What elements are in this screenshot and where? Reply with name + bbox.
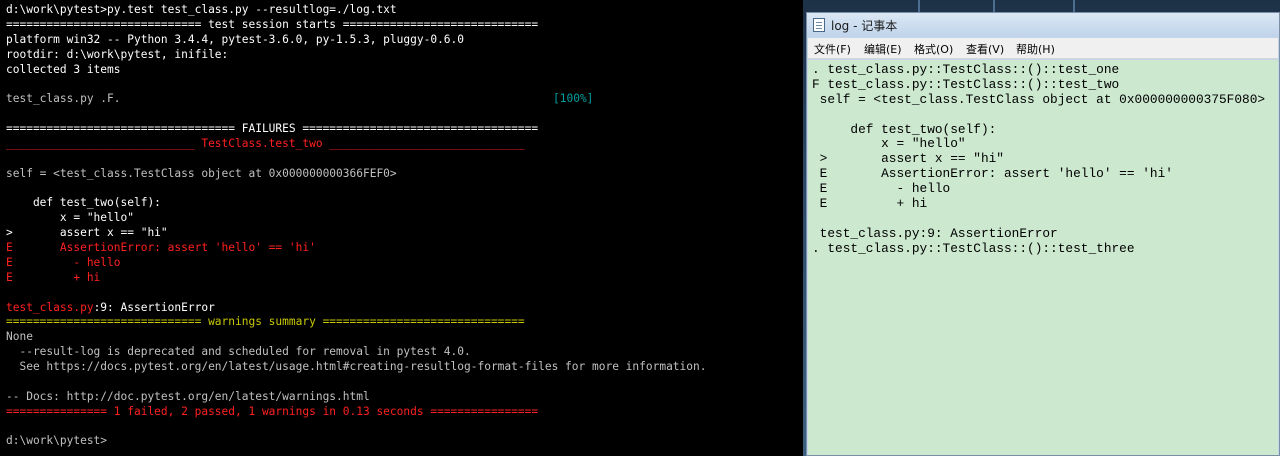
console-line-text: ____________________________ TestClass.t…: [6, 136, 525, 150]
console-line-text: See https://docs.pytest.org/en/latest/us…: [6, 360, 707, 373]
menu-format[interactable]: 格式(O): [914, 41, 953, 57]
console-line: ============================= test sessi…: [6, 18, 801, 33]
console-line-text: ============================= warnings s…: [6, 315, 525, 329]
console-line-text: collected 3 items: [6, 62, 121, 76]
notepad-line: E AssertionError: assert 'hello' == 'hi': [812, 166, 1173, 182]
console-line-text: ============================= test sessi…: [6, 17, 539, 31]
console-line: ================================== FAILU…: [6, 122, 801, 137]
console-line-text: ================================== FAILU…: [6, 122, 539, 135]
notepad-menubar: 文件(F) 编辑(E) 格式(O) 查看(V) 帮助(H): [808, 38, 1278, 59]
notepad-line: E - hello: [812, 181, 951, 196]
console-line-text: > assert x == "hi": [6, 226, 168, 240]
notepad-text-area[interactable]: . test_class.py::TestClass::()::test_one…: [808, 60, 1278, 455]
notepad-line: self = <test_class.TestClass object at 0…: [812, 91, 1266, 107]
notepad-text: . test_class.py::TestClass::()::test_one…: [812, 62, 1266, 256]
console-line: ____________________________ TestClass.t…: [6, 137, 801, 152]
console-line: --result-log is deprecated and scheduled…: [6, 345, 801, 360]
notepad-window[interactable]: log - 记事本 文件(F) 编辑(E) 格式(O) 查看(V) 帮助(H) …: [806, 12, 1280, 456]
console-line: test_class.py .F. [100%]: [6, 92, 801, 107]
console-line-text: d:\work\pytest>: [6, 434, 108, 448]
console-line: rootdir: d:\work\pytest, inifile:: [6, 48, 801, 63]
console-line: test_class.py:9: AssertionError: [6, 301, 801, 316]
notepad-line: x = "hello": [812, 136, 966, 152]
console-line: collected 3 items: [6, 63, 801, 78]
notepad-line: F test_class.py::TestClass::()::test_two: [812, 76, 1120, 92]
console-line: E + hi: [6, 271, 801, 286]
notepad-line: > assert x == "hi": [812, 151, 1004, 167]
notepad-line: [812, 108, 1265, 123]
notepad-titlebar[interactable]: log - 记事本: [807, 13, 1279, 37]
console-line-text: self = <test_class.TestClass object at 0…: [6, 166, 397, 180]
console-line-text: --result-log is deprecated and scheduled…: [6, 345, 471, 359]
console-line: E AssertionError: assert 'hello' == 'hi': [6, 241, 801, 256]
console-output: d:\work\pytest>py.test test_class.py --r…: [6, 3, 801, 449]
console-line: E - hello: [6, 256, 801, 271]
progress-percent: [100%]: [553, 92, 594, 106]
console-line-text: rootdir: d:\work\pytest, inifile:: [6, 47, 229, 61]
menu-file[interactable]: 文件(F): [814, 41, 851, 57]
console-line: d:\work\pytest>: [6, 434, 801, 449]
notepad-line: . test_class.py::TestClass::()::test_one: [812, 62, 1120, 77]
console-line: ============================= warnings s…: [6, 315, 801, 330]
notepad-line: . test_class.py::TestClass::()::test_thr…: [812, 240, 1135, 256]
console-line-text: None: [6, 330, 33, 344]
console-line-text: platform win32 -- Python 3.4.4, pytest-3…: [6, 32, 465, 46]
console-line-text: E - hello: [6, 255, 121, 269]
console-line: def test_two(self):: [6, 196, 801, 211]
console-line: platform win32 -- Python 3.4.4, pytest-3…: [6, 33, 801, 48]
console-window[interactable]: d:\work\pytest>py.test test_class.py --r…: [0, 0, 803, 456]
notepad-line: def test_two(self):: [812, 121, 997, 137]
menu-view[interactable]: 查看(V): [966, 41, 1004, 57]
console-line-text: x = "hello": [6, 211, 134, 225]
console-line-text: test_class.py .F.: [6, 92, 121, 106]
console-line-text: E AssertionError: assert 'hello' == 'hi': [6, 241, 316, 254]
console-line: =============== 1 failed, 2 passed, 1 wa…: [6, 405, 801, 420]
console-line: x = "hello": [6, 211, 801, 226]
console-line: d:\work\pytest>py.test test_class.py --r…: [6, 3, 801, 18]
console-line-text: def test_two(self):: [6, 196, 161, 210]
notepad-line: [812, 212, 1265, 227]
notepad-line: E + hi: [812, 195, 928, 211]
console-line: -- Docs: http://doc.pytest.org/en/latest…: [6, 390, 801, 405]
error-location-detail: :9: AssertionError: [93, 300, 215, 314]
console-line: self = <test_class.TestClass object at 0…: [6, 167, 801, 182]
menu-edit[interactable]: 编辑(E): [864, 41, 902, 57]
notepad-title: log - 记事本: [831, 19, 898, 33]
notepad-line: test_class.py:9: AssertionError: [812, 225, 1058, 241]
console-line: > assert x == "hi": [6, 226, 801, 241]
console-line-text: E + hi: [6, 270, 101, 284]
menu-help[interactable]: 帮助(H): [1016, 41, 1055, 57]
error-location-file: test_class.py: [6, 300, 94, 314]
console-line-text: =============== 1 failed, 2 passed, 1 wa…: [6, 404, 539, 418]
notepad-icon: [813, 18, 825, 32]
console-line-text: -- Docs: http://doc.pytest.org/en/latest…: [6, 389, 370, 403]
console-line-text: d:\work\pytest>py.test test_class.py --r…: [6, 3, 397, 16]
console-line: None: [6, 330, 801, 345]
console-line: See https://docs.pytest.org/en/latest/us…: [6, 360, 801, 375]
